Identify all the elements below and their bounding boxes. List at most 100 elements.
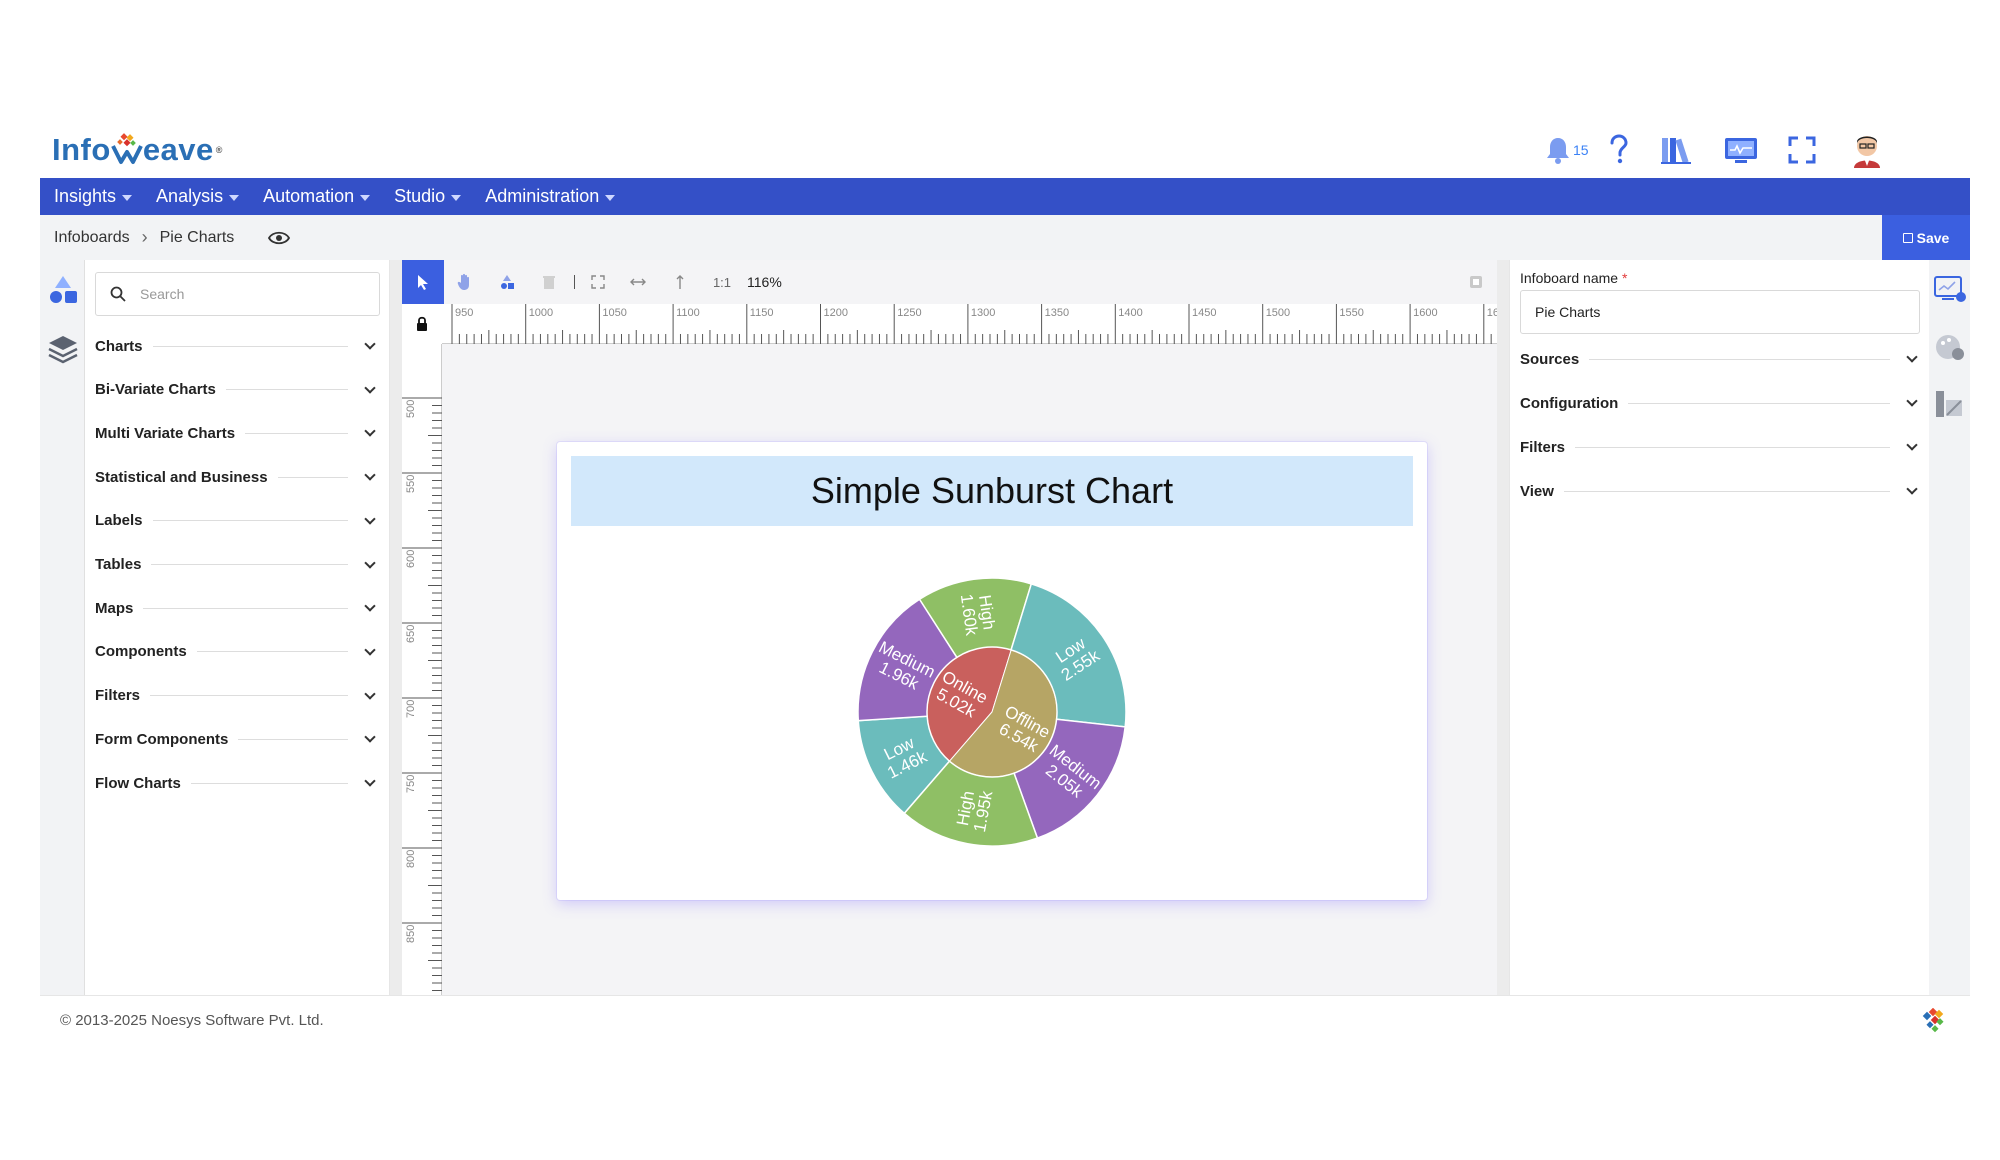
caret-down-icon: [360, 195, 371, 201]
required-mark: *: [1621, 270, 1628, 286]
category-divider: [245, 432, 348, 434]
section-configuration[interactable]: Configuration: [1520, 388, 1922, 418]
question-mark-icon: [1610, 134, 1628, 164]
infoboard-name-label: Infoboard name *: [1520, 270, 1627, 286]
category-bi-variate-charts[interactable]: Bi-Variate Charts: [95, 375, 380, 405]
nav-insights[interactable]: Insights: [54, 186, 133, 207]
chevron-down-icon: [364, 600, 376, 612]
category-multi-variate-charts[interactable]: Multi Variate Charts: [95, 418, 380, 448]
category-divider: [190, 782, 348, 784]
category-label: Labels: [95, 512, 143, 530]
ruler-label: 1250: [897, 307, 921, 319]
right-splitter[interactable]: [1497, 260, 1509, 995]
category-labels[interactable]: Labels: [95, 506, 380, 536]
save-button-label: Save: [1916, 229, 1950, 246]
components-tab[interactable]: [40, 270, 85, 310]
chart-widget[interactable]: Simple Sunburst Chart Online 5.02k Offline…: [557, 442, 1427, 900]
search-box[interactable]: [95, 272, 380, 316]
layers-tab[interactable]: [40, 330, 85, 370]
ruler-label: 1500: [1266, 307, 1290, 319]
nav-administration[interactable]: Administration: [485, 186, 616, 207]
horizontal-arrows-icon: [630, 278, 646, 286]
toolbar-settings-button[interactable]: [1469, 275, 1483, 294]
search-input[interactable]: [140, 286, 360, 302]
nav-studio[interactable]: Studio: [394, 186, 462, 207]
select-tool[interactable]: [402, 260, 444, 304]
nav-insights-label: Insights: [54, 186, 117, 206]
section-view[interactable]: View: [1520, 476, 1922, 506]
data-tab[interactable]: [1929, 384, 1970, 424]
category-maps[interactable]: Maps: [95, 593, 380, 623]
help-button[interactable]: [1608, 130, 1630, 170]
fit-height-tool[interactable]: [659, 260, 701, 304]
left-splitter[interactable]: [390, 260, 402, 995]
fullscreen-button[interactable]: [1787, 130, 1817, 170]
ruler-label: 1600: [1413, 307, 1437, 319]
actual-size-label: 1:1: [712, 274, 732, 290]
pan-tool[interactable]: [444, 260, 486, 304]
section-filters[interactable]: Filters: [1520, 432, 1922, 462]
breadcrumb-current: Pie Charts: [159, 228, 235, 246]
palette-icon: [1935, 335, 1964, 360]
infoboard-name-input[interactable]: [1520, 290, 1920, 334]
nav-analysis[interactable]: Analysis: [156, 186, 240, 207]
left-icon-rail: [40, 260, 85, 995]
category-label: Flow Charts: [95, 774, 181, 792]
footer: © 2013-2025 Noesys Software Pvt. Ltd.: [40, 995, 1970, 1045]
section-label: View: [1520, 482, 1554, 500]
ruler-top: 950 1000 1050 1100 1150 1200 1250 1300 1350 1400 1…: [442, 304, 1497, 344]
ruler-left-scale: 50055060065070075080085000: [402, 397, 442, 991]
shapes-tool[interactable]: [486, 260, 528, 304]
notifications-button[interactable]: 15: [1545, 130, 1589, 170]
preview-button[interactable]: [268, 231, 291, 245]
breadcrumb-root-link[interactable]: Infoboards: [54, 229, 130, 247]
copyright-text: © 2013-2025 Noesys Software Pvt. Ltd.: [60, 1012, 324, 1029]
trash-icon: [543, 276, 555, 289]
ruler-lock[interactable]: [402, 304, 442, 344]
section-sources[interactable]: Sources: [1520, 344, 1922, 374]
ruler-label: 165: [1487, 307, 1497, 319]
delete-tool[interactable]: [528, 260, 570, 304]
category-divider: [143, 607, 348, 609]
category-tables[interactable]: Tables: [95, 550, 380, 580]
layers-icon: [47, 336, 78, 364]
category-charts[interactable]: Charts: [95, 331, 380, 361]
user-avatar[interactable]: [1850, 130, 1884, 170]
chevron-down-icon: [364, 644, 376, 656]
board-settings-tab[interactable]: [1929, 270, 1970, 310]
category-label: Charts: [95, 337, 143, 355]
category-statistical-and-business[interactable]: Statistical and Business: [95, 462, 380, 492]
theme-tab[interactable]: [1929, 328, 1970, 368]
category-divider: [152, 345, 348, 347]
components-panel: Charts Bi-Variate Charts Multi Variate Cha…: [85, 260, 390, 995]
caret-down-icon: [605, 195, 616, 201]
fit-tool[interactable]: [579, 260, 617, 304]
infoveave-logo[interactable]: Info eave ®: [52, 128, 223, 172]
actual-size-tool[interactable]: 1:1: [701, 260, 743, 304]
ruler-label: 1350: [1045, 307, 1069, 319]
category-label: Bi-Variate Charts: [95, 381, 216, 399]
category-flow-charts[interactable]: Flow Charts: [95, 768, 380, 798]
section-divider: [1575, 446, 1890, 448]
category-divider: [151, 564, 348, 565]
save-button[interactable]: Save: [1882, 215, 1970, 260]
fit-frame-icon: [591, 275, 605, 289]
category-components[interactable]: Components: [95, 637, 380, 667]
chevron-down-icon: [364, 338, 376, 350]
fit-width-tool[interactable]: [617, 260, 659, 304]
category-label: Form Components: [95, 730, 229, 748]
caret-down-icon: [122, 195, 133, 201]
chevron-down-icon: [364, 425, 376, 438]
library-button[interactable]: [1660, 130, 1692, 170]
ruler-label: 550: [405, 475, 417, 493]
ruler-label: 1300: [971, 307, 995, 319]
breadcrumb: Infoboards › Pie Charts Save: [40, 215, 1970, 260]
logo-text-end: eave: [142, 132, 214, 167]
category-form-components[interactable]: Form Components: [95, 724, 380, 754]
category-divider: [196, 651, 348, 653]
category-filters[interactable]: Filters: [95, 681, 380, 711]
nav-automation[interactable]: Automation: [263, 186, 371, 207]
monitor-button[interactable]: [1723, 130, 1759, 170]
right-icon-rail: [1929, 260, 1970, 995]
data-source-icon: [1935, 391, 1962, 417]
